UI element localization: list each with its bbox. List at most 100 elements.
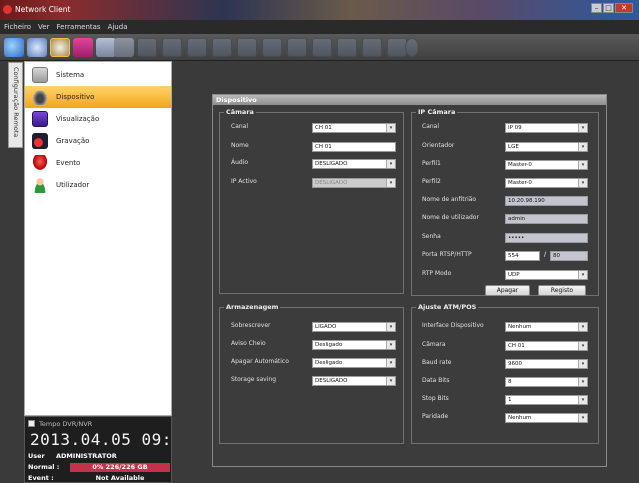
chevron-down-icon[interactable]: ▾ xyxy=(578,342,587,350)
nav-item-visualizacao[interactable]: Visualização xyxy=(25,108,171,130)
menu-tools[interactable]: Ferramentas xyxy=(56,23,100,31)
atm-camera-select[interactable]: CH 01 ▾ xyxy=(505,341,588,351)
layout-9-icon[interactable] xyxy=(237,38,257,57)
nav-item-gravacao[interactable]: Gravação xyxy=(25,130,171,152)
chevron-down-icon[interactable]: ▾ xyxy=(386,160,395,168)
save-icon[interactable] xyxy=(96,38,116,57)
chevron-down-icon[interactable]: ▾ xyxy=(578,124,587,132)
ip-orientador-select[interactable]: LGE ▾ xyxy=(505,142,588,152)
chevron-down-icon[interactable]: ▾ xyxy=(386,359,395,367)
nav-item-dispositivo[interactable]: Dispositivo xyxy=(25,86,171,108)
camera-ip-activo-value: DESLIGADO xyxy=(315,180,348,186)
storage-overwrite-select[interactable]: LIGADO ▾ xyxy=(312,322,396,332)
ip-password-input[interactable]: ••••• xyxy=(505,233,588,243)
ip-canal-value: IP 09 xyxy=(508,125,522,131)
camera-audio-select[interactable]: DESLIGADO ▾ xyxy=(312,159,396,169)
maximize-icon[interactable]: □ xyxy=(603,3,614,13)
close-icon[interactable]: ✕ xyxy=(615,3,633,13)
chevron-down-icon[interactable]: ▾ xyxy=(386,323,395,331)
ip-rtsp-port-input[interactable]: 554 xyxy=(505,251,540,261)
chevron-down-icon[interactable]: ▾ xyxy=(578,414,587,422)
layout-8-icon[interactable] xyxy=(212,38,232,57)
atm-data-bits-select[interactable]: 8 ▾ xyxy=(505,377,588,387)
layout-4-icon[interactable] xyxy=(162,38,182,57)
atm-baud-label: Baud rate xyxy=(422,359,452,366)
ip-http-port-value: 80 xyxy=(553,253,560,259)
export-icon[interactable] xyxy=(114,38,134,57)
settings-gear-icon[interactable] xyxy=(50,38,70,57)
nav-item-evento[interactable]: Evento xyxy=(25,152,171,174)
layout-25-icon[interactable] xyxy=(362,38,382,57)
normal-label: Normal : xyxy=(28,463,60,471)
nav-item-utilizador[interactable]: Utilizador xyxy=(25,174,171,196)
layout-36-icon[interactable] xyxy=(387,38,407,57)
chevron-down-icon[interactable]: ▾ xyxy=(386,341,395,349)
atm-baud-select[interactable]: 9600 ▾ xyxy=(505,359,588,369)
search-device-icon[interactable] xyxy=(27,38,47,57)
remote-config-tab[interactable]: Configuração Remota xyxy=(8,62,23,148)
atm-stop-bits-label: Stop Bits xyxy=(422,395,449,402)
minimize-icon[interactable]: – xyxy=(591,3,602,13)
atm-interface-label: Interface Dispositivo xyxy=(422,322,484,329)
atm-interface-select[interactable]: Nenhum ▾ xyxy=(505,322,588,332)
chevron-down-icon[interactable]: ▾ xyxy=(578,179,587,187)
chevron-down-icon[interactable]: ▾ xyxy=(578,378,587,386)
atm-parity-select[interactable]: Nenhum ▾ xyxy=(505,413,588,423)
layout-13-icon[interactable] xyxy=(287,38,307,57)
chevron-down-icon[interactable]: ▾ xyxy=(578,161,587,169)
menu-view[interactable]: Ver xyxy=(38,23,49,31)
chevron-down-icon[interactable]: ▾ xyxy=(578,143,587,151)
camera-canal-select[interactable]: CH 01 ▾ xyxy=(312,123,396,133)
ip-orientador-label: Orientador xyxy=(422,142,455,149)
ip-rtp-select[interactable]: UDP ▾ xyxy=(505,270,588,280)
atm-data-bits-label: Data Bits xyxy=(422,377,450,384)
camera-canal-value: CH 01 xyxy=(315,125,332,131)
layout-6-icon[interactable] xyxy=(187,38,207,57)
chevron-down-icon[interactable]: ▾ xyxy=(386,377,395,385)
network-icon[interactable] xyxy=(4,38,24,57)
ip-perfil2-select[interactable]: Master-0 ▾ xyxy=(505,178,588,188)
storage-full-warning-label: Aviso Cheio xyxy=(231,340,266,347)
ip-canal-select[interactable]: IP 09 ▾ xyxy=(505,123,588,133)
ip-host-input[interactable]: 10.20.98.190 xyxy=(505,196,588,206)
ip-perfil1-select[interactable]: Master-0 ▾ xyxy=(505,160,588,170)
chevron-down-icon[interactable]: ▾ xyxy=(578,360,587,368)
ip-http-port-input[interactable]: 80 xyxy=(550,251,588,261)
event-value: Not Available xyxy=(95,474,145,482)
dvr-time-header: Tempo DVR/NVR xyxy=(28,420,92,428)
storage-auto-delete-select[interactable]: Desligado ▾ xyxy=(312,358,396,368)
remote-config-tab-label: Configuração Remota xyxy=(12,67,20,138)
ip-perfil1-value: Master-0 xyxy=(508,162,532,168)
atm-data-bits-value: 8 xyxy=(508,379,512,385)
camera-nome-input[interactable]: CH 01 xyxy=(312,142,396,152)
atm-baud-value: 9600 xyxy=(508,361,522,367)
chevron-down-icon[interactable]: ▾ xyxy=(578,323,587,331)
ip-perfil1-label: Perfil1 xyxy=(422,160,441,167)
layout-20-icon[interactable] xyxy=(337,38,357,57)
atm-stop-bits-select[interactable]: 1 ▾ xyxy=(505,395,588,405)
network-client-window: Network Client – □ ✕ Ficheiro Ver Ferram… xyxy=(0,0,639,483)
menu-file[interactable]: Ficheiro xyxy=(4,23,31,31)
chevron-down-icon[interactable]: ▾ xyxy=(386,124,395,132)
playback-icon[interactable] xyxy=(73,38,93,57)
storage-saving-select[interactable]: DESLIGADO ▾ xyxy=(312,376,396,386)
layout-1-icon[interactable] xyxy=(137,38,157,57)
storage-overwrite-value: LIGADO xyxy=(315,324,337,330)
ip-host-label: Nome de anfitrião xyxy=(422,196,477,203)
layout-10-icon[interactable] xyxy=(262,38,282,57)
dvr-time-checkbox[interactable] xyxy=(28,420,35,427)
atm-pos-group-title: Ajuste ATM/POS xyxy=(416,303,479,311)
fullscreen-icon[interactable] xyxy=(405,38,419,57)
chevron-down-icon[interactable]: ▾ xyxy=(578,271,587,279)
camera-audio-label: Áudio xyxy=(231,159,249,166)
apagar-button[interactable]: Apagar xyxy=(485,285,530,296)
menu-help[interactable]: Ajuda xyxy=(108,23,128,31)
ip-perfil2-value: Master-0 xyxy=(508,180,532,186)
nav-item-sistema[interactable]: Sistema xyxy=(25,64,171,86)
chevron-down-icon[interactable]: ▾ xyxy=(578,396,587,404)
toolbar xyxy=(0,34,639,61)
ip-user-input[interactable]: admin xyxy=(505,214,588,224)
storage-full-warning-select[interactable]: Desligado ▾ xyxy=(312,340,396,350)
registo-button[interactable]: Registo xyxy=(538,285,586,296)
layout-16-icon[interactable] xyxy=(312,38,332,57)
